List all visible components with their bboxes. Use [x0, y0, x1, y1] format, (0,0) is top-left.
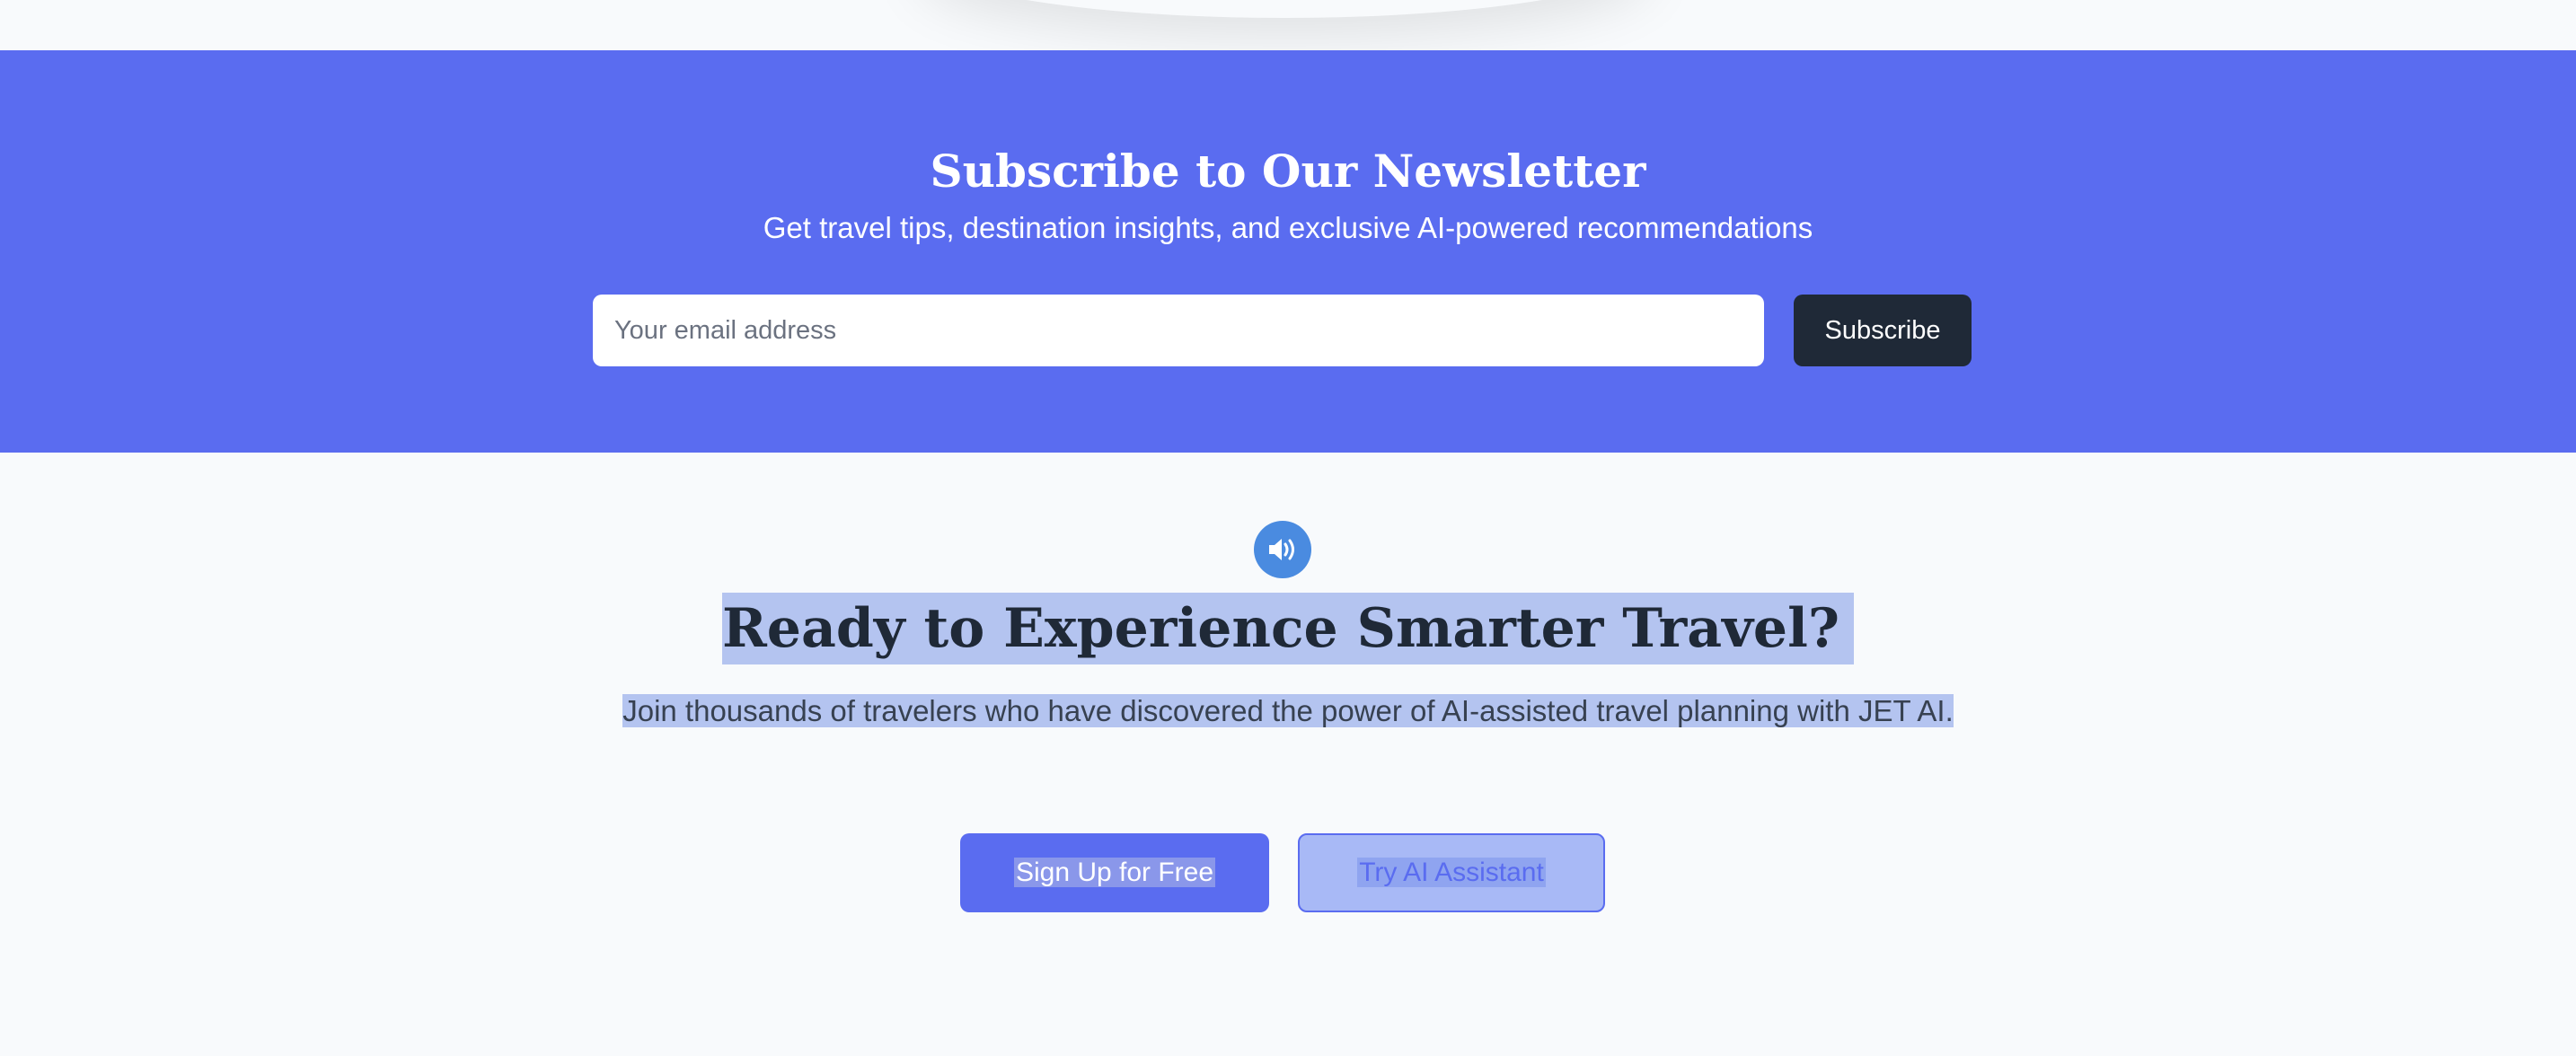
top-strip — [0, 0, 2576, 50]
speaker-volume-glyph — [1269, 539, 1294, 560]
sign-up-label: Sign Up for Free — [1013, 858, 1216, 887]
cta-title: Ready to Experience Smarter Travel? — [0, 593, 2576, 664]
try-ai-assistant-button[interactable]: Try AI Assistant — [1298, 833, 1605, 912]
cta-title-text: Ready to Experience Smarter Travel? — [721, 593, 1855, 664]
try-ai-assistant-label: Try AI Assistant — [1357, 858, 1546, 887]
subscribe-button[interactable]: Subscribe — [1794, 295, 1972, 366]
sign-up-button[interactable]: Sign Up for Free — [960, 833, 1269, 912]
email-input[interactable] — [593, 295, 1764, 366]
newsletter-subtitle: Get travel tips, destination insights, a… — [763, 211, 1813, 244]
card-shadow — [916, 0, 1653, 18]
cta-description-text: Join thousands of travelers who have dis… — [622, 694, 1954, 727]
newsletter-title: Subscribe to Our Newsletter — [930, 145, 1646, 198]
newsletter-section: Subscribe to Our Newsletter Get travel t… — [0, 50, 2576, 453]
page: Subscribe to Our Newsletter Get travel t… — [0, 0, 2576, 1056]
cta-description: Join thousands of travelers who have dis… — [611, 690, 1965, 733]
speaker-volume-icon[interactable] — [1254, 521, 1311, 578]
